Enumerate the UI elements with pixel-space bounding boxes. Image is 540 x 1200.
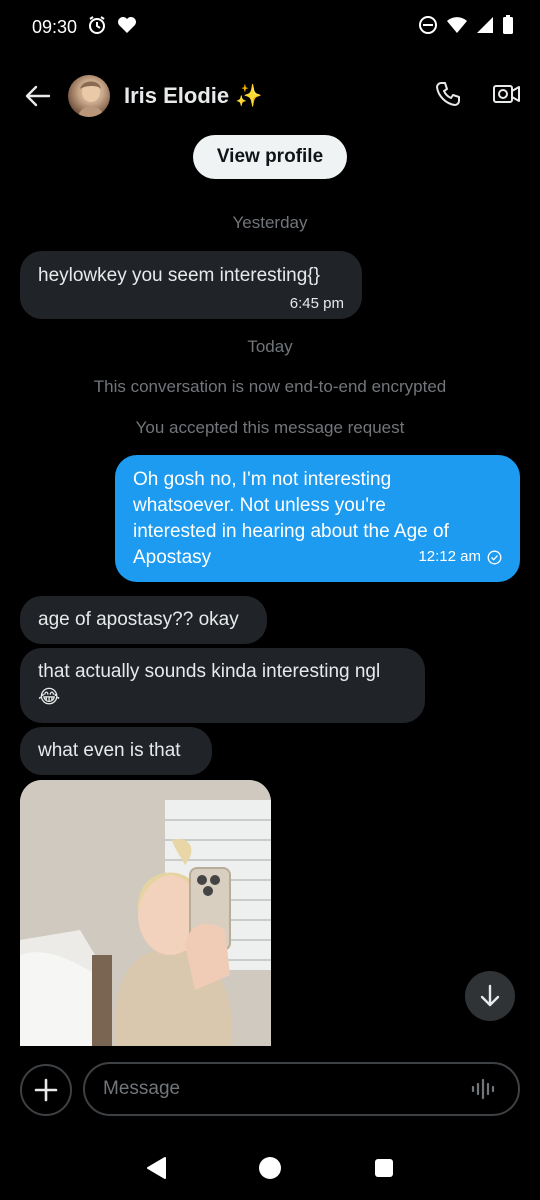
date-separator-yesterday: Yesterday [232, 213, 308, 232]
request-accepted-notice: You accepted this message request [135, 418, 405, 437]
message-composer [0, 1060, 540, 1120]
plus-icon [34, 1078, 58, 1102]
voice-message-button[interactable] [468, 1076, 498, 1102]
video-icon [493, 84, 520, 103]
status-bar: 09:30 [0, 0, 540, 54]
wifi-icon [446, 16, 468, 39]
nav-recents-button[interactable] [373, 1157, 395, 1184]
arrow-down-icon [480, 984, 500, 1007]
add-attachment-button[interactable] [20, 1064, 72, 1116]
message-text: that actually sounds kinda interesting n… [38, 661, 381, 708]
heart-icon [117, 16, 137, 39]
encryption-notice: This conversation is now end-to-end encr… [93, 377, 447, 396]
triangle-back-icon [147, 1156, 167, 1179]
incoming-message[interactable]: age of apostasy?? okay [20, 596, 267, 644]
photo-message[interactable] [20, 780, 271, 1046]
dnd-icon [418, 15, 438, 40]
arrow-left-icon [25, 85, 51, 107]
video-call-button[interactable] [492, 81, 522, 112]
message-input[interactable] [83, 1062, 520, 1116]
status-time: 09:30 [32, 16, 78, 37]
view-profile-button[interactable]: View profile [193, 135, 347, 179]
square-recents-icon [374, 1158, 393, 1177]
avatar[interactable] [68, 75, 110, 117]
call-button[interactable] [434, 80, 462, 113]
circle-home-icon [258, 1156, 281, 1179]
check-circle-icon [487, 550, 502, 564]
contact-name[interactable]: Iris Elodie ✨ [124, 83, 263, 109]
scroll-to-bottom-button[interactable] [465, 971, 515, 1021]
phone-icon [436, 81, 460, 106]
message-text: age of apostasy?? okay [38, 609, 239, 630]
alarm-icon [87, 15, 107, 40]
message-time: 12:12 am [418, 548, 481, 565]
signal-icon [476, 16, 494, 39]
outgoing-message[interactable]: Oh gosh no, I'm not interesting whatsoev… [115, 455, 520, 582]
nav-back-button[interactable] [145, 1156, 167, 1185]
message-text: heylowkey you seem interesting{} [38, 265, 320, 286]
date-separator-today: Today [247, 337, 293, 356]
message-text: Oh gosh no, I'm not interesting whatsoev… [133, 469, 449, 568]
incoming-message[interactable]: what even is that [20, 727, 212, 775]
waveform-icon [471, 1078, 495, 1100]
system-navigation-bar [0, 1140, 540, 1200]
incoming-message[interactable]: heylowkey you seem interesting{} 6:45 pm [20, 251, 362, 319]
back-button[interactable] [18, 76, 58, 116]
nav-home-button[interactable] [258, 1156, 282, 1185]
message-time: 6:45 pm [289, 295, 344, 312]
incoming-message[interactable]: that actually sounds kinda interesting n… [20, 648, 425, 723]
message-text: what even is that [38, 740, 181, 761]
conversation-header: Iris Elodie ✨ [0, 64, 540, 128]
battery-icon [502, 14, 514, 40]
